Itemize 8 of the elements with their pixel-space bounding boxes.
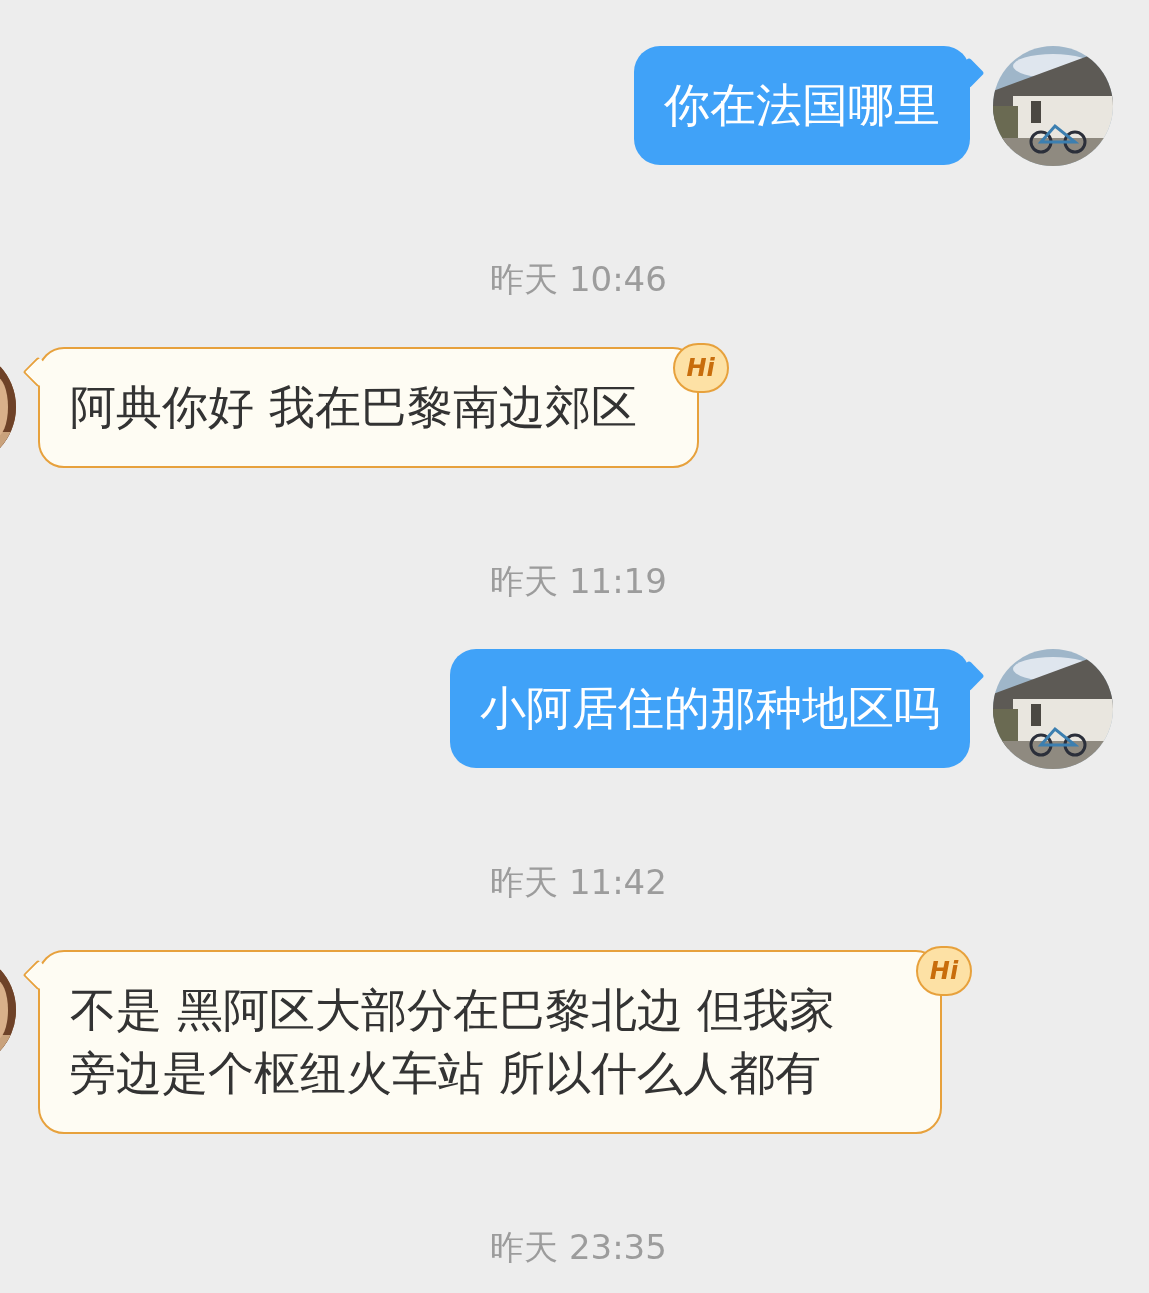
timestamp: 昨天 23:35 — [490, 1227, 667, 1267]
timestamp: 昨天 11:42 — [490, 862, 667, 902]
timestamp: 昨天 11:19 — [490, 561, 667, 601]
message-bubble: 你在法国哪里 — [634, 46, 970, 165]
timestamp: 昨天 10:46 — [490, 259, 667, 299]
hi-badge: Hi — [916, 946, 972, 996]
hi-badge: Hi — [672, 343, 729, 393]
message-bubble: 小阿居住的那种地区吗 — [450, 649, 970, 768]
